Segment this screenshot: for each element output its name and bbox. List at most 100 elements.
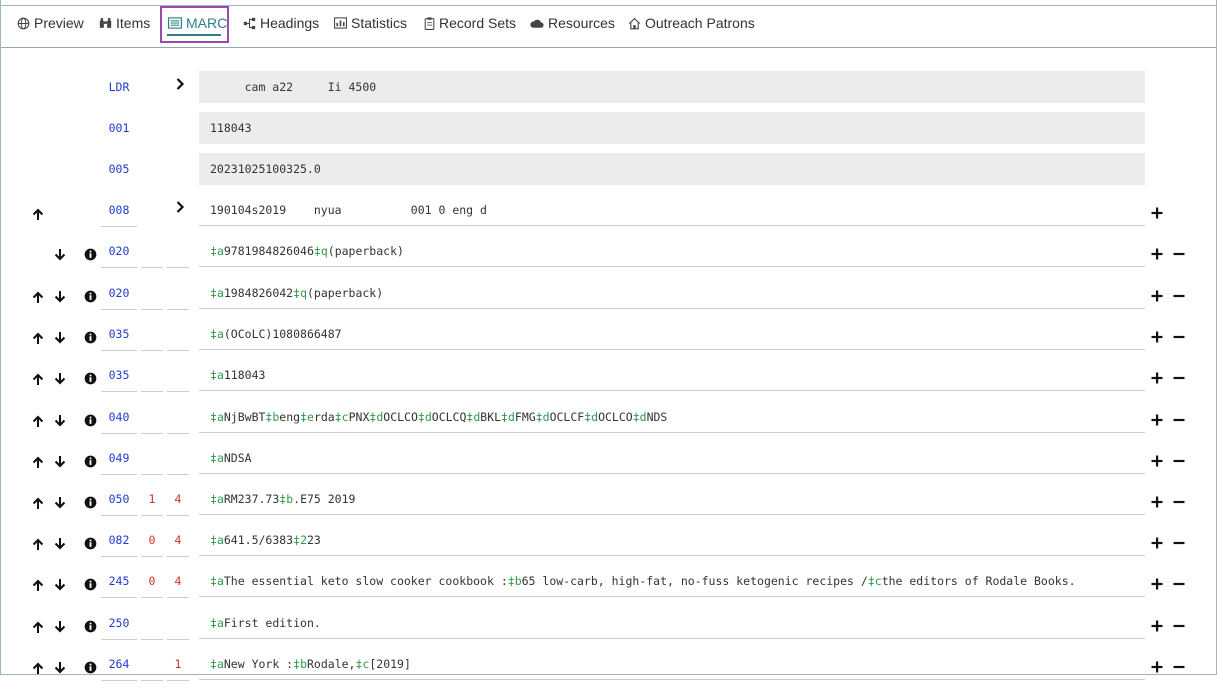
field-tag-input[interactable]: 082 <box>101 524 137 557</box>
info-icon[interactable] <box>84 248 97 261</box>
indicator-1-input[interactable] <box>141 648 163 681</box>
move-down-icon[interactable] <box>53 455 67 469</box>
field-data-input[interactable]: ‡ a 9781984826046 ‡ q (paperback) <box>199 235 1145 267</box>
add-field-icon[interactable] <box>1151 413 1163 426</box>
info-icon[interactable] <box>84 661 97 674</box>
indicator-1-input[interactable] <box>141 607 163 640</box>
field-tag-input[interactable]: 020 <box>101 277 137 310</box>
add-field-icon[interactable] <box>1151 454 1163 467</box>
remove-field-icon[interactable] <box>1173 577 1185 589</box>
move-up-icon[interactable] <box>31 620 45 634</box>
indicator-2-input[interactable] <box>167 359 189 392</box>
indicator-2-input[interactable]: 1 <box>167 648 189 681</box>
field-data-input[interactable]: ‡ a 118043 <box>199 359 1145 391</box>
info-icon[interactable] <box>84 331 97 344</box>
indicator-2-input[interactable] <box>167 318 189 351</box>
add-field-icon[interactable] <box>1151 619 1163 632</box>
field-data-input[interactable]: ‡ a First edition. <box>199 607 1145 639</box>
field-data-input[interactable]: ‡ a 641.5/6383 ‡ 2 23 <box>199 524 1145 556</box>
indicator-1-input[interactable] <box>141 318 163 351</box>
indicator-2-input[interactable] <box>167 607 189 640</box>
field-data-input[interactable]: ‡ a New York : ‡ b Rodale, ‡ c [2019] <box>199 648 1145 680</box>
remove-field-icon[interactable] <box>1173 454 1185 466</box>
field-tag-input[interactable]: 005 <box>101 153 137 185</box>
move-down-icon[interactable] <box>53 248 67 262</box>
indicator-1-input[interactable]: 0 <box>141 565 163 598</box>
indicator-2-input[interactable] <box>167 442 189 475</box>
indicator-1-input[interactable] <box>141 359 163 392</box>
field-tag-input[interactable]: 035 <box>101 318 137 351</box>
field-data-input[interactable]: ‡ a NDSA <box>199 442 1145 474</box>
field-tag-input[interactable]: 050 <box>101 483 137 516</box>
add-field-icon[interactable] <box>1151 330 1163 343</box>
info-icon[interactable] <box>84 414 97 427</box>
info-icon[interactable] <box>84 455 97 468</box>
field-tag-input[interactable]: 245 <box>101 565 137 598</box>
move-up-icon[interactable] <box>31 537 45 551</box>
field-data-input[interactable]: 190104s2019 nyua 001 0 eng d <box>199 194 1145 226</box>
field-data-input[interactable]: ‡ a The essential keto slow cooker cookboo… <box>199 565 1145 597</box>
indicator-1-input[interactable] <box>141 401 163 434</box>
move-up-icon[interactable] <box>31 661 45 675</box>
remove-field-icon[interactable] <box>1173 660 1185 672</box>
indicator-1-input[interactable] <box>141 235 163 268</box>
field-tag-input[interactable]: 040 <box>101 401 137 434</box>
move-down-icon[interactable] <box>53 496 67 510</box>
field-data-input[interactable]: ‡ a 1984826042 ‡ q (paperback) <box>199 277 1145 309</box>
field-tag-input[interactable]: 250 <box>101 607 137 640</box>
indicator-1-input[interactable]: 1 <box>141 483 163 516</box>
indicator-1-input[interactable]: 0 <box>141 524 163 557</box>
remove-field-icon[interactable] <box>1173 495 1185 507</box>
indicator-2-input[interactable] <box>167 235 189 268</box>
field-tag-input[interactable]: 020 <box>101 235 137 268</box>
field-tag-input[interactable]: LDR <box>101 71 137 103</box>
info-icon[interactable] <box>84 578 97 591</box>
move-up-icon[interactable] <box>31 290 45 304</box>
remove-field-icon[interactable] <box>1173 247 1185 259</box>
move-down-icon[interactable] <box>53 620 67 634</box>
move-down-icon[interactable] <box>53 578 67 592</box>
expand-chevron-icon[interactable] <box>174 200 186 213</box>
indicator-2-input[interactable] <box>167 401 189 434</box>
add-field-icon[interactable] <box>1151 206 1163 219</box>
info-icon[interactable] <box>84 537 97 550</box>
add-field-icon[interactable] <box>1151 660 1163 673</box>
indicator-2-input[interactable]: 4 <box>167 565 189 598</box>
field-tag-input[interactable]: 001 <box>101 112 137 144</box>
add-field-icon[interactable] <box>1151 577 1163 590</box>
move-up-icon[interactable] <box>31 372 45 386</box>
field-data-input[interactable]: ‡ a (OCoLC)1080866487 <box>199 318 1145 350</box>
indicator-1-input[interactable] <box>141 442 163 475</box>
move-up-icon[interactable] <box>31 331 45 345</box>
add-field-icon[interactable] <box>1151 371 1163 384</box>
move-down-icon[interactable] <box>53 414 67 428</box>
move-up-icon[interactable] <box>31 578 45 592</box>
move-down-icon[interactable] <box>53 372 67 386</box>
move-down-icon[interactable] <box>53 661 67 675</box>
field-data-input[interactable]: 118043 <box>199 112 1145 144</box>
field-tag-input[interactable]: 049 <box>101 442 137 475</box>
move-up-icon[interactable] <box>31 414 45 428</box>
field-data-input[interactable]: ‡ a NjBwBT ‡ b eng ‡ e rda ‡ c PNX ‡ d OCLCO ‡ d OCLCQ ‡ d B… <box>199 401 1145 433</box>
indicator-2-input[interactable]: 4 <box>167 483 189 516</box>
move-down-icon[interactable] <box>53 331 67 345</box>
add-field-icon[interactable] <box>1151 495 1163 508</box>
remove-field-icon[interactable] <box>1173 330 1185 342</box>
field-data-input[interactable]: ‡ a RM237.73 ‡ b .E75 2019 <box>199 483 1145 515</box>
move-down-icon[interactable] <box>53 290 67 304</box>
add-field-icon[interactable] <box>1151 289 1163 302</box>
move-up-icon[interactable] <box>31 496 45 510</box>
remove-field-icon[interactable] <box>1173 619 1185 631</box>
remove-field-icon[interactable] <box>1173 413 1185 425</box>
field-data-input[interactable]: cam a22 Ii 4500 <box>199 71 1145 103</box>
info-icon[interactable] <box>84 496 97 509</box>
field-tag-input[interactable]: 008 <box>101 194 137 227</box>
add-field-icon[interactable] <box>1151 536 1163 549</box>
info-icon[interactable] <box>84 372 97 385</box>
expand-chevron-icon[interactable] <box>174 77 186 90</box>
info-icon[interactable] <box>84 290 97 303</box>
field-tag-input[interactable]: 264 <box>101 648 137 681</box>
indicator-1-input[interactable] <box>141 277 163 310</box>
remove-field-icon[interactable] <box>1173 289 1185 301</box>
move-up-icon[interactable] <box>31 207 45 221</box>
